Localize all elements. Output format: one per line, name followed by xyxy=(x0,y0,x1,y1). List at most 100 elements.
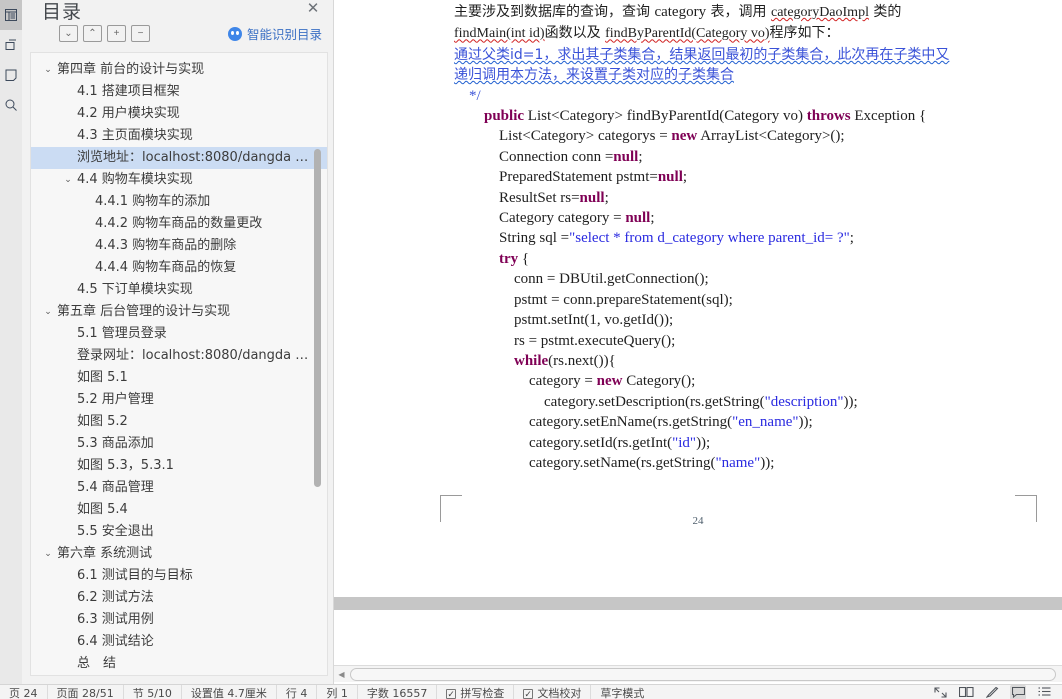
toc-item[interactable]: ⌄ 4.4 购物车模块实现 xyxy=(31,169,327,191)
checkbox-icon[interactable] xyxy=(446,686,457,699)
document-page-25 xyxy=(334,610,1062,665)
document-horizontal-scrollbar[interactable]: ◀ xyxy=(334,665,1062,682)
status-spellcheck[interactable]: 拼写检查 xyxy=(437,685,515,699)
chevron-down-icon[interactable]: ⌄ xyxy=(42,59,54,81)
code-line: category.setDescription(rs.getString("de… xyxy=(454,393,858,410)
collapse-down-button[interactable]: ⌄ xyxy=(59,25,78,42)
document-text-body: 主要涉及到数据库的查询，查询 category 表，调用 categoryDao… xyxy=(454,2,1042,473)
toc-item[interactable]: 4.4.3 购物车商品的删除 xyxy=(31,235,327,257)
status-row[interactable]: 行 4 xyxy=(277,685,318,699)
toc-item[interactable]: ⌄ 第六章 系统测试 xyxy=(31,543,327,565)
document-viewer[interactable]: 主要涉及到数据库的查询，查询 category 表，调用 categoryDao… xyxy=(334,0,1062,665)
toc-item[interactable]: 4.4.2 购物车商品的数量更改 xyxy=(31,213,327,235)
toc-item[interactable]: 5.5 安全退出 xyxy=(31,521,327,543)
status-icon-group xyxy=(932,685,1062,699)
chevron-down-icon[interactable]: ⌄ xyxy=(42,543,54,565)
collapse-all-button[interactable]: − xyxy=(131,25,150,42)
code-line: List<Category> categorys = new ArrayList… xyxy=(454,128,845,145)
comment-icon[interactable] xyxy=(1010,685,1026,699)
toc-header: 目录 ✕ xyxy=(22,0,333,23)
toc-item[interactable]: 5.1 管理员登录 xyxy=(31,323,327,345)
status-typing-mode[interactable]: 草字模式 xyxy=(591,685,653,699)
para-1e: 类的 xyxy=(868,4,902,20)
code-line: category.setName(rs.getString("name")); xyxy=(454,454,775,471)
paragraph-line-2: findMain(int id)函数以及 findByParentId(Cate… xyxy=(454,23,1042,44)
status-page-indicator[interactable]: 页 24 xyxy=(0,685,48,699)
edit-pen-icon[interactable] xyxy=(984,685,1000,699)
status-word-count[interactable]: 字数 16557 xyxy=(358,685,438,699)
code-line: category = new Category(); xyxy=(454,373,696,390)
toc-item[interactable]: 4.1 搭建项目框架 xyxy=(31,81,327,103)
toc-item-label: 4.2 用户模块实现 xyxy=(77,106,180,121)
toc-scrollbar-thumb[interactable] xyxy=(314,149,321,487)
toc-item[interactable]: ⌄ 第五章 后台管理的设计与实现 xyxy=(31,301,327,323)
chevron-down-icon[interactable]: ⌄ xyxy=(62,169,74,191)
status-position[interactable]: 设置值 4.7厘米 xyxy=(182,685,277,699)
toc-item[interactable]: 5.3 商品添加 xyxy=(31,433,327,455)
toc-item[interactable]: 如图 5.1 xyxy=(31,367,327,389)
toc-item-label: 4.4.1 购物车的添加 xyxy=(95,194,211,209)
toc-item-label: 4.4.3 购物车商品的删除 xyxy=(95,238,237,253)
collapse-up-button[interactable]: ⌃ xyxy=(83,25,102,42)
list-view-icon[interactable] xyxy=(1036,685,1052,699)
smart-toc-label: 智能识别目录 xyxy=(246,27,322,42)
expand-all-button[interactable]: + xyxy=(107,25,126,42)
status-section[interactable]: 节 5/10 xyxy=(124,685,182,699)
toc-item[interactable]: 浏览地址：localhost:8080/dangda … xyxy=(31,147,327,169)
toc-item[interactable]: 如图 5.3，5.3.1 xyxy=(31,455,327,477)
close-icon[interactable]: ✕ xyxy=(305,1,321,18)
toc-item-label: 如图 5.4 xyxy=(77,502,128,517)
para-1c: 表，调用 xyxy=(706,4,771,20)
toc-item-label: 第五章 后台管理的设计与实现 xyxy=(57,304,231,319)
toc-item[interactable]: 4.4.1 购物车的添加 xyxy=(31,191,327,213)
toc-item[interactable]: 6.1 测试目的与目标 xyxy=(31,565,327,587)
toc-item[interactable]: 登录网址：localhost:8080/dangda … xyxy=(31,345,327,367)
chevron-down-icon[interactable]: ⌄ xyxy=(42,301,54,323)
toc-item-label: 6.1 测试目的与目标 xyxy=(77,568,193,583)
toc-item[interactable]: 总 结 xyxy=(31,653,327,675)
toc-item[interactable]: 如图 5.4 xyxy=(31,499,327,521)
scroll-left-arrow-icon[interactable]: ◀ xyxy=(336,669,347,680)
paragraph-line-5: */ xyxy=(454,87,481,104)
horizontal-scroll-thumb[interactable] xyxy=(350,668,1056,681)
bookmark-icon[interactable] xyxy=(0,30,22,60)
code-line: Connection conn =null; xyxy=(454,148,643,165)
toc-item-label: 4.4.2 购物车商品的数量更改 xyxy=(95,216,263,231)
toc-item[interactable]: 4.3 主页面模块实现 xyxy=(31,125,327,147)
toc-item[interactable]: 6.2 测试方法 xyxy=(31,587,327,609)
toc-item[interactable]: 6.4 测试结论 xyxy=(31,631,327,653)
toc-item[interactable]: 5.4 商品管理 xyxy=(31,477,327,499)
two-page-view-icon[interactable] xyxy=(958,685,974,699)
toc-item[interactable]: 4.4.4 购物车商品的恢复 xyxy=(31,257,327,279)
code-line: while(rs.next()){ xyxy=(514,352,616,369)
smart-toc-button[interactable]: 智能识别目录 xyxy=(227,24,322,43)
status-page-of[interactable]: 页面 28/51 xyxy=(48,685,124,699)
checkbox-icon[interactable] xyxy=(523,686,534,699)
status-column[interactable]: 列 1 xyxy=(317,685,358,699)
toc-list-container[interactable]: ⌄ 第四章 前台的设计与实现 4.1 搭建项目框架 4.2 用户模块实现 4.3 主页面… xyxy=(30,52,328,676)
toc-item-label: 第六章 系统测试 xyxy=(57,546,153,561)
toc-item[interactable]: 6.3 测试用例 xyxy=(31,609,327,631)
smart-toc-icon xyxy=(227,26,242,41)
document-outline-icon[interactable] xyxy=(0,0,22,30)
code-line: category.setEnName(rs.getString("en_name… xyxy=(454,414,813,431)
app-root: 目录 ✕ ⌄ ⌃ + − 智能识别目录 ⌄ 第四章 前台的设计与实现 4.1 搭建项… xyxy=(0,0,1062,699)
fullscreen-icon[interactable] xyxy=(932,685,948,699)
toc-item[interactable]: 4.2 用户模块实现 xyxy=(31,103,327,125)
toc-item[interactable]: 5.2 用户管理 xyxy=(31,389,327,411)
toc-panel: 目录 ✕ ⌄ ⌃ + − 智能识别目录 ⌄ 第四章 前台的设计与实现 4.1 搭建项… xyxy=(22,0,334,685)
toc-item-label: 5.5 安全退出 xyxy=(77,524,154,539)
toc-item[interactable]: 如图 5.2 xyxy=(31,411,327,433)
paragraph-line-3: 通过父类id=1，求出其子类集合，结果返回最初的子类集合，此次再在子类中又 xyxy=(454,46,950,63)
para-2d: 程序如下： xyxy=(769,25,840,42)
code-block: public List<Category> findByParentId(Cat… xyxy=(454,106,1042,473)
page-thumbnail-icon[interactable] xyxy=(0,60,22,90)
status-proofread[interactable]: 文档校对 xyxy=(514,685,592,699)
code-line: category.setId(rs.getInt("id")); xyxy=(454,434,711,451)
toc-item[interactable]: ⌄ 第四章 前台的设计与实现 xyxy=(31,59,327,81)
document-page-24: 主要涉及到数据库的查询，查询 category 表，调用 categoryDao… xyxy=(334,0,1062,597)
toc-item[interactable]: 4.5 下订单模块实现 xyxy=(31,279,327,301)
toc-item-label: 5.1 管理员登录 xyxy=(77,326,167,341)
toc-scrollbar-track[interactable] xyxy=(314,101,324,487)
search-icon[interactable] xyxy=(0,90,22,120)
